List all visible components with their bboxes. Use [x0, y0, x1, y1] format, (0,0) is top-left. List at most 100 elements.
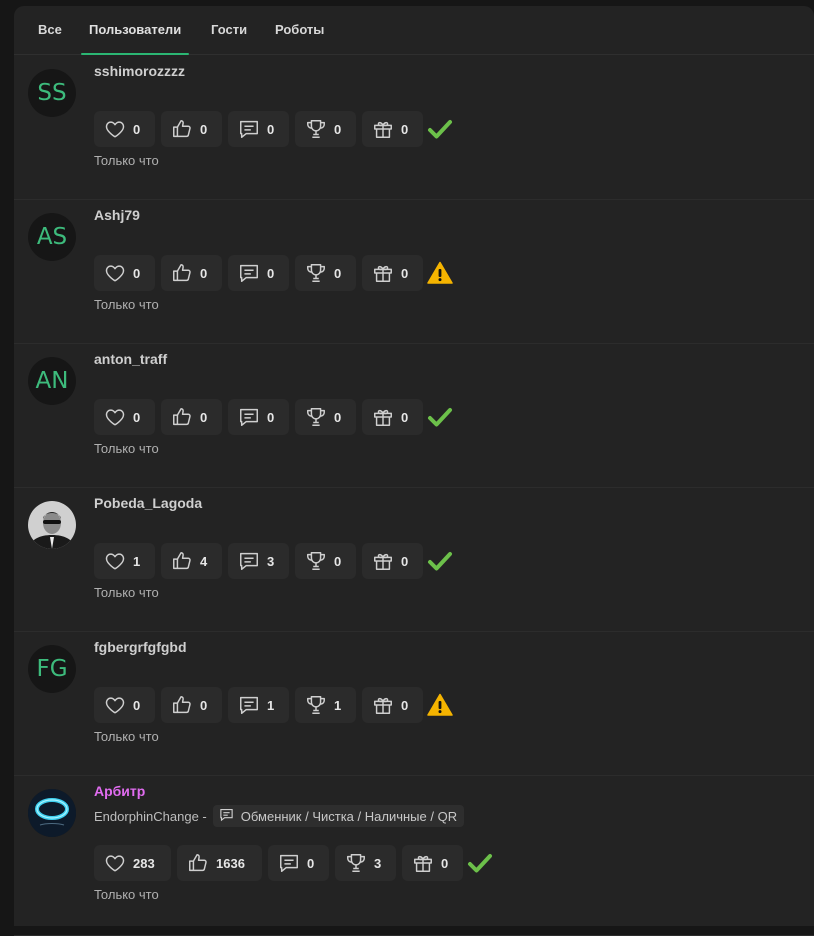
- comment-stat[interactable]: 0: [228, 111, 289, 147]
- gift-stat[interactable]: 0: [362, 255, 423, 291]
- thumbs-up-stat[interactable]: 4: [161, 543, 222, 579]
- stat-count: 0: [200, 409, 208, 425]
- tab-robots[interactable]: Роботы: [275, 6, 324, 54]
- tab-guests[interactable]: Гости: [211, 6, 247, 54]
- heart-icon: [104, 262, 126, 284]
- last-seen-time: Только что: [94, 887, 159, 902]
- heart-stat[interactable]: 0: [94, 399, 155, 435]
- stat-count: 283: [133, 855, 155, 871]
- badge-text: Обменник / Чистка / Наличные / QR: [240, 808, 458, 824]
- comment-stat[interactable]: 1: [228, 687, 289, 723]
- stat-count: 0: [334, 409, 342, 425]
- trophy-icon: [305, 118, 327, 140]
- stat-count: 0: [200, 697, 208, 713]
- thumbs-up-stat[interactable]: 0: [161, 399, 222, 435]
- badge-comment-icon: [219, 807, 234, 825]
- comment-stat[interactable]: 3: [228, 543, 289, 579]
- user-row: AS Ashj79 0 0 0 0 0 Только что: [14, 199, 814, 344]
- user-subtitle: EndorphinChange - Обменник / Чистка / Нал…: [94, 805, 465, 827]
- heart-stat[interactable]: 283: [94, 845, 171, 881]
- stat-count: 0: [133, 265, 141, 281]
- gift-stat[interactable]: 0: [362, 111, 423, 147]
- stat-count: 0: [267, 409, 275, 425]
- gift-icon: [372, 262, 394, 284]
- heart-stat[interactable]: 0: [94, 687, 155, 723]
- comment-stat[interactable]: 0: [268, 845, 329, 881]
- heart-stat[interactable]: 0: [94, 255, 155, 291]
- comment-icon: [238, 118, 260, 140]
- trophy-stat[interactable]: 0: [295, 543, 356, 579]
- stat-count: 0: [200, 121, 208, 137]
- check-icon: [427, 116, 453, 142]
- last-seen-time: Только что: [94, 153, 159, 168]
- comment-stat[interactable]: 0: [228, 255, 289, 291]
- gift-icon: [372, 118, 394, 140]
- heart-stat[interactable]: 1: [94, 543, 155, 579]
- stat-count: 1: [267, 697, 275, 713]
- thumbs-up-stat[interactable]: 1636: [177, 845, 262, 881]
- username-link[interactable]: sshimorozzzz: [94, 63, 185, 79]
- online-users-panel: Все Пользователи Гости Роботы SS sshimoro…: [14, 6, 814, 936]
- heart-stat[interactable]: 0: [94, 111, 155, 147]
- gift-stat[interactable]: 0: [362, 399, 423, 435]
- thumbs-up-icon: [171, 118, 193, 140]
- avatar[interactable]: [28, 501, 76, 549]
- last-seen-time: Только что: [94, 297, 159, 312]
- gift-icon: [372, 550, 394, 572]
- trophy-icon: [305, 694, 327, 716]
- trophy-stat[interactable]: 0: [295, 399, 356, 435]
- stat-count: 0: [133, 121, 141, 137]
- username-link[interactable]: Ashj79: [94, 207, 140, 223]
- user-badge[interactable]: Обменник / Чистка / Наличные / QR: [212, 805, 465, 827]
- avatar[interactable]: SS: [28, 69, 76, 117]
- avatar[interactable]: [28, 789, 76, 837]
- comment-icon: [238, 262, 260, 284]
- check-icon: [427, 548, 453, 574]
- thumbs-up-icon: [171, 550, 193, 572]
- username-link[interactable]: anton_traff: [94, 351, 167, 367]
- tab-users[interactable]: Пользователи: [80, 6, 190, 55]
- trophy-stat[interactable]: 0: [295, 255, 356, 291]
- stat-count: 0: [200, 265, 208, 281]
- thumbs-up-icon: [171, 694, 193, 716]
- gift-icon: [372, 694, 394, 716]
- stat-count: 0: [401, 121, 409, 137]
- heart-icon: [104, 852, 126, 874]
- thumbs-up-icon: [187, 852, 209, 874]
- stat-count: 0: [441, 855, 449, 871]
- comment-icon: [238, 406, 260, 428]
- stat-count: 1: [334, 697, 342, 713]
- gift-stat[interactable]: 0: [362, 687, 423, 723]
- username-link[interactable]: fgbergrfgfgbd: [94, 639, 187, 655]
- heart-icon: [104, 118, 126, 140]
- gift-stat[interactable]: 0: [362, 543, 423, 579]
- avatar[interactable]: AS: [28, 213, 76, 261]
- heart-icon: [104, 406, 126, 428]
- gift-stat[interactable]: 0: [402, 845, 463, 881]
- trophy-stat[interactable]: 3: [335, 845, 396, 881]
- thumbs-up-stat[interactable]: 0: [161, 687, 222, 723]
- stat-count: 0: [334, 121, 342, 137]
- avatar[interactable]: AN: [28, 357, 76, 405]
- trophy-stat[interactable]: 1: [295, 687, 356, 723]
- trophy-icon: [345, 852, 367, 874]
- stat-count: 0: [401, 265, 409, 281]
- heart-icon: [104, 694, 126, 716]
- avatar[interactable]: FG: [28, 645, 76, 693]
- username-link[interactable]: Pobeda_Lagoda: [94, 495, 202, 511]
- tab-all[interactable]: Все: [38, 6, 62, 54]
- trophy-icon: [305, 550, 327, 572]
- comment-stat[interactable]: 0: [228, 399, 289, 435]
- user-row: SS sshimorozzzz 0 0 0 0 0 Только что: [14, 55, 814, 200]
- thumbs-up-stat[interactable]: 0: [161, 255, 222, 291]
- check-icon: [427, 404, 453, 430]
- stat-count: 0: [334, 265, 342, 281]
- stat-count: 0: [133, 409, 141, 425]
- thumbs-up-stat[interactable]: 0: [161, 111, 222, 147]
- stat-count: 3: [267, 553, 275, 569]
- trophy-stat[interactable]: 0: [295, 111, 356, 147]
- username-link[interactable]: Арбитр: [94, 783, 145, 799]
- subtitle-text: EndorphinChange -: [94, 808, 207, 824]
- trophy-icon: [305, 406, 327, 428]
- stat-count: 4: [200, 553, 208, 569]
